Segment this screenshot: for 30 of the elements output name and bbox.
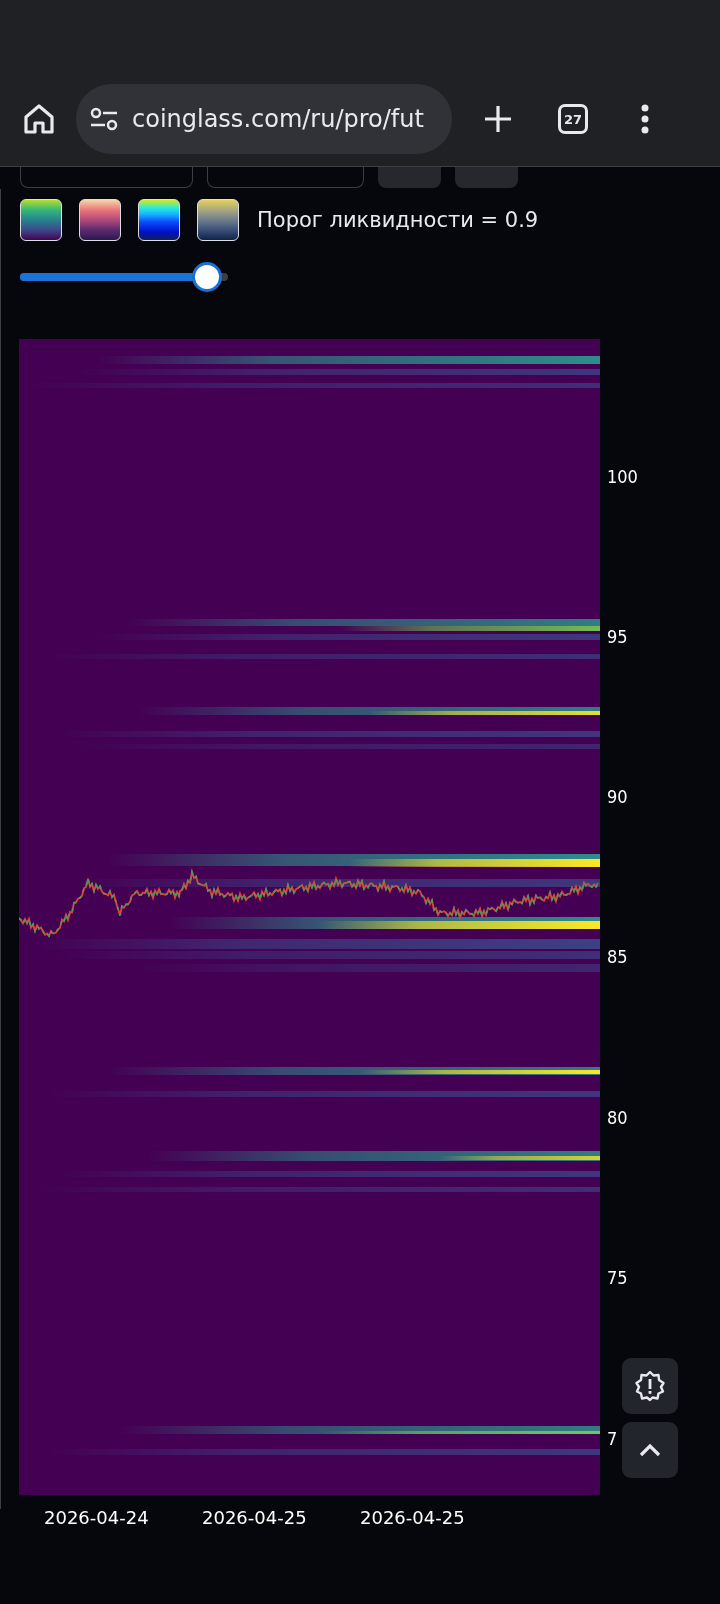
threshold-slider[interactable] <box>20 262 228 292</box>
menu-icon[interactable] <box>641 104 649 134</box>
home-icon[interactable] <box>22 102 56 136</box>
tab-count-button[interactable]: 27 <box>558 104 588 134</box>
report-button[interactable] <box>622 1358 678 1414</box>
url-text: coinglass.com/ru/pro/fut <box>132 105 424 133</box>
alert-badge-icon <box>634 1370 666 1402</box>
dropdown-field[interactable] <box>20 167 193 188</box>
scroll-top-button[interactable] <box>622 1422 678 1478</box>
threshold-label: Порог ликвидности = 0.9 <box>257 207 539 232</box>
axis-label: 85 <box>607 945 628 967</box>
axis-label: 95 <box>607 625 628 647</box>
date-label: 2026-04-25 <box>360 1507 465 1528</box>
axis-label: 90 <box>607 785 628 807</box>
address-bar[interactable]: coinglass.com/ru/pro/fut <box>76 84 452 154</box>
date-label: 2026-04-24 <box>44 1507 149 1528</box>
date-label: 2026-04-25 <box>202 1507 307 1528</box>
colormap-swatch[interactable] <box>197 198 239 241</box>
chevron-up-icon <box>639 1443 661 1457</box>
slider-handle[interactable] <box>192 262 223 292</box>
axis-label: 7 <box>607 1427 618 1449</box>
colormap-swatch[interactable] <box>20 198 62 241</box>
site-settings-icon[interactable] <box>90 107 118 131</box>
colormap-swatch[interactable] <box>138 198 180 241</box>
plus-icon[interactable] <box>484 105 512 133</box>
dropdown-field[interactable] <box>207 167 364 188</box>
colormap-swatch[interactable] <box>79 198 121 241</box>
axis-label: 100 <box>607 465 638 487</box>
axis-label: 80 <box>607 1106 628 1128</box>
axis-label: 75 <box>607 1266 628 1288</box>
